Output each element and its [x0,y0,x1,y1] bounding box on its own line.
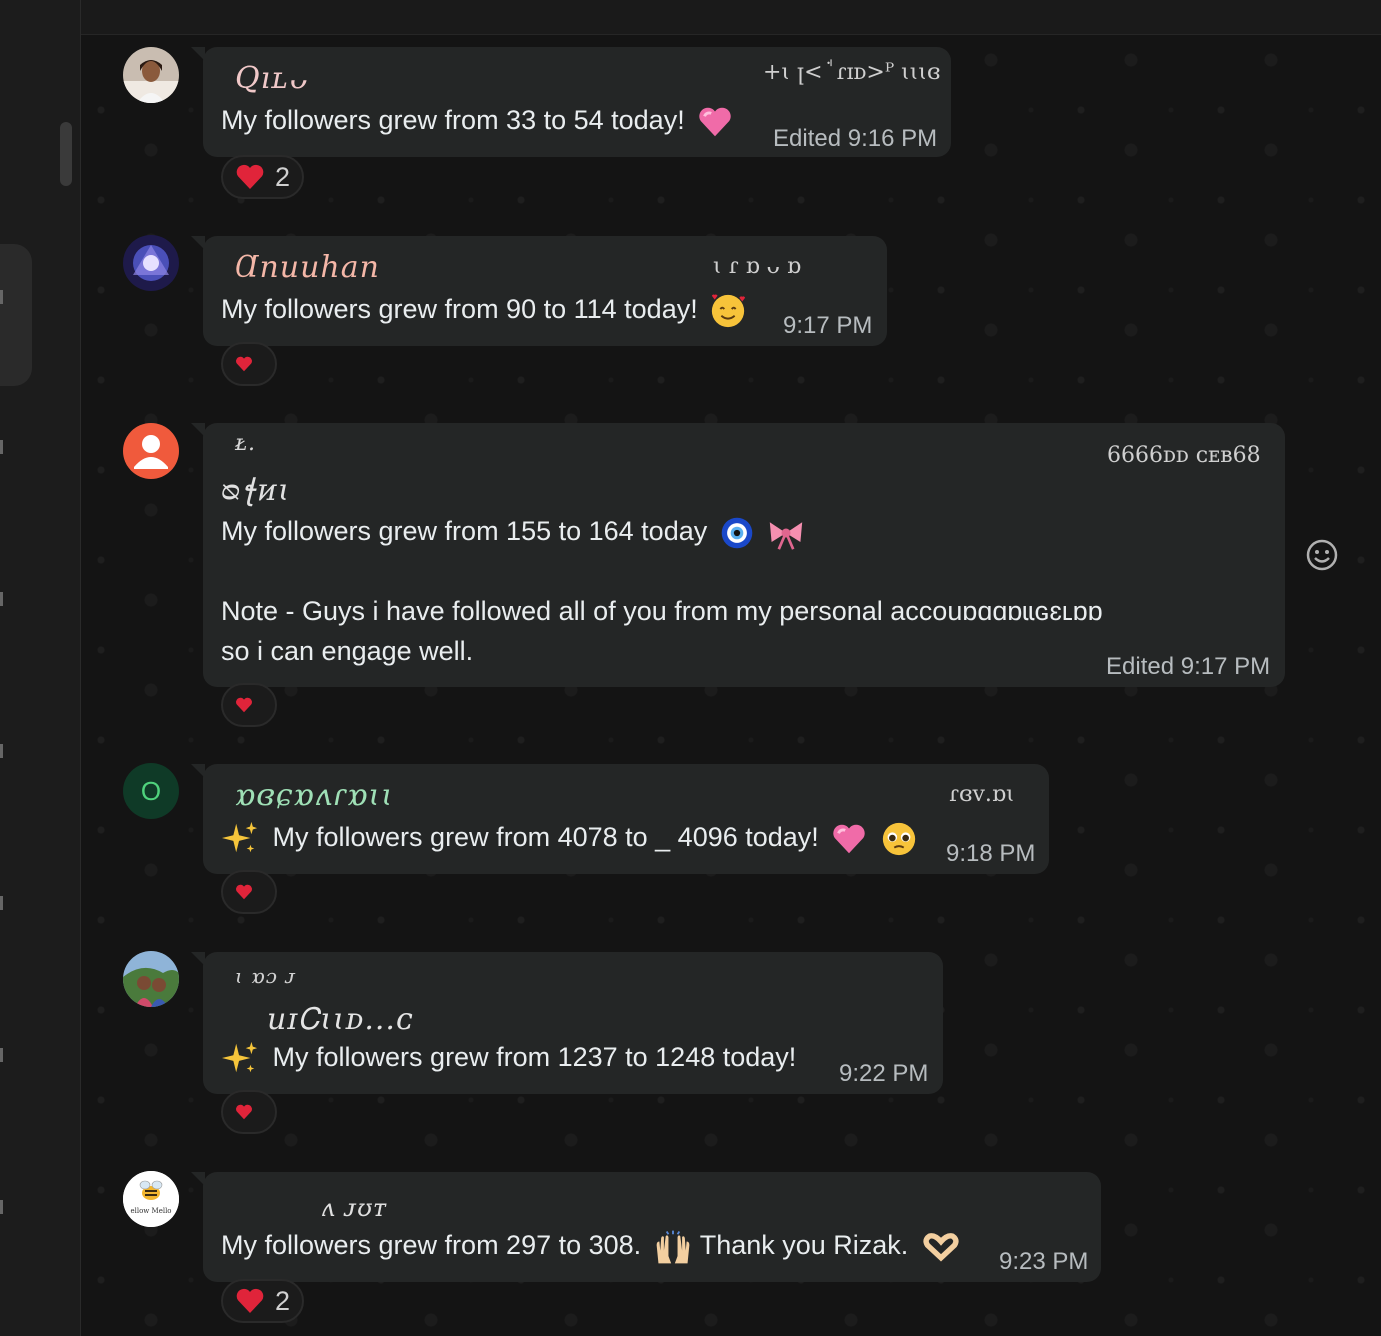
avatar[interactable] [123,423,179,479]
red-heart-icon [236,1288,264,1313]
sender-name[interactable]: ɒɞɕɒʌɾɒɩɩ [235,778,394,813]
pink-heart-emoji [833,824,866,854]
sender-phone: 6666ᴅᴅ ᴄᴇʙ68 [1107,443,1261,468]
sender-name[interactable]: Qıʟᴗ [235,61,308,96]
message-bubble[interactable]: ɩ ɒɔ ᴊ uɪᏟɩɩᴅ...ᴄ My followers grew from… [191,952,943,1094]
sender-name[interactable]: ᴌ. [235,431,256,456]
message-time: 9:18 PM [946,840,1036,867]
user-photo-icon [123,235,179,291]
message-line [221,551,1103,591]
reaction-badge[interactable] [221,1090,277,1134]
avatar-letter: O [140,775,162,806]
message-bubble[interactable]: Ɑnuuhan ɩ ɾ ɒ ᴗ ɒ My followers grew from… [191,236,887,346]
smiling-face-with-hearts-emoji [712,294,746,328]
reaction-badge[interactable] [221,870,277,914]
rail-marker [0,1048,3,1062]
rail-marker [0,896,3,910]
sender-phone: ɾɞᴠ.ɒɩ [949,782,1015,807]
message-text-row: My followers grew from 1237 to 1248 toda… [221,1040,796,1078]
message-bubble[interactable]: ʌ ᴊʊᴛ My followers grew from 297 to 308.… [191,1172,1101,1282]
message-time: Edited 9:17 PM [1106,653,1271,680]
message-bubble[interactable]: Qıʟᴗ +ɩ ꞁ< ꜗ ɾɪᴅ>ᴾ ɩɩɩɞ My followers gre… [191,47,951,157]
rail-marker [0,440,3,454]
sender-phone: ɩ ɾ ɒ ᴗ ɒ [713,254,801,279]
avatar-logo-text: ellow Mello [130,1207,172,1215]
message-text: My followers grew from 297 to 308. [221,1230,642,1261]
default-user-icon [123,423,179,479]
red-heart-icon [236,1104,252,1120]
avatar[interactable] [123,47,179,103]
message-text: My followers grew from 155 to 164 today [221,516,708,546]
message-text-block: My followers grew from 155 to 164 today … [221,511,1103,671]
sender-name[interactable]: Ɑnuuhan [235,250,380,285]
message-text: My followers grew from 1237 to 1248 toda… [272,1042,797,1073]
message-time: Edited 9:16 PM [773,125,938,152]
heart-hands-emoji [923,1233,959,1262]
message-text-row: My followers grew from 4078 to _ 4096 to… [221,820,918,858]
sender-name-line2[interactable]: ᴓꞎᴎɩ [221,473,291,508]
rail-marker [0,1200,3,1214]
message-text: My followers grew from 4078 to _ 4096 to… [272,822,819,853]
message-line: Note - Guys i have followed all of you f… [221,596,1103,626]
message-text-row: My followers grew from 297 to 308. Thank… [221,1228,962,1266]
avatar[interactable]: ellow Mello [123,1171,179,1227]
rail-marker [0,592,3,606]
previous-message-strip [81,0,1381,35]
user-photo-icon [123,47,179,103]
avatar[interactable] [123,951,179,1007]
smiley-icon[interactable] [1305,538,1339,572]
message-time: 9:23 PM [999,1248,1089,1275]
avatar[interactable] [123,235,179,291]
reaction-badge[interactable]: 2 [221,1279,305,1323]
message-bubble[interactable]: ɒɞɕɒʌɾɒɩɩ ɾɞᴠ.ɒɩ My followers grew from … [191,764,1049,874]
red-heart-icon [236,884,252,900]
pink-heart-emoji [699,107,731,137]
pleading-face-emoji [882,822,915,856]
sidebar-active-panel[interactable] [0,244,32,386]
message-text-2: Thank you Rizak. [699,1230,909,1261]
sender-name[interactable]: ʌ ᴊʊᴛ [321,1194,387,1222]
rail-marker [0,744,3,758]
message-text-row: My followers grew from 90 to 114 today! [221,292,747,330]
reaction-badge[interactable]: 2 [221,155,305,199]
red-heart-icon [236,164,264,189]
red-heart-icon [236,356,252,372]
sender-name-line2[interactable]: uɪᏟɩɩᴅ...ᴄ [267,1002,414,1037]
nazar-amulet-emoji [721,517,753,549]
message-line: so i can engage well. [221,636,474,666]
rail-marker [0,290,3,304]
raising-hands-emoji [656,1230,690,1264]
message-bubble[interactable]: ᴌ. ᴓꞎᴎɩ 6666ᴅᴅ ᴄᴇʙ68 My followers grew f… [191,423,1285,687]
message-line: My followers grew from 155 to 164 today [221,511,1103,551]
message-text: My followers grew from 90 to 114 today! [221,294,698,325]
reaction-count: 2 [275,1285,291,1316]
message-time: 9:22 PM [839,1060,929,1087]
reaction-badge[interactable] [221,683,277,727]
red-heart-icon [236,697,252,713]
reaction-badge[interactable] [221,342,277,386]
left-sidebar-rail [0,0,81,1336]
avatar[interactable]: O [123,763,179,819]
message-time: 9:17 PM [783,312,873,339]
sparkles-emoji [221,821,258,853]
sparkles-emoji [221,1041,258,1073]
sender-name[interactable]: ɩ ɒɔ ᴊ [235,964,296,988]
sender-phone: +ɩ ꞁ< ꜗ ɾɪᴅ>ᴾ ɩɩɩɞ [763,60,941,85]
pink-bow-emoji [770,522,803,550]
bee-logo-icon [123,1171,179,1227]
sidebar-scrollbar[interactable] [60,122,72,186]
message-text-row: My followers grew from 33 to 54 today! [221,103,734,141]
user-photo-icon [123,951,179,1007]
message-text: My followers grew from 33 to 54 today! [221,105,685,136]
reaction-count: 2 [275,161,291,192]
